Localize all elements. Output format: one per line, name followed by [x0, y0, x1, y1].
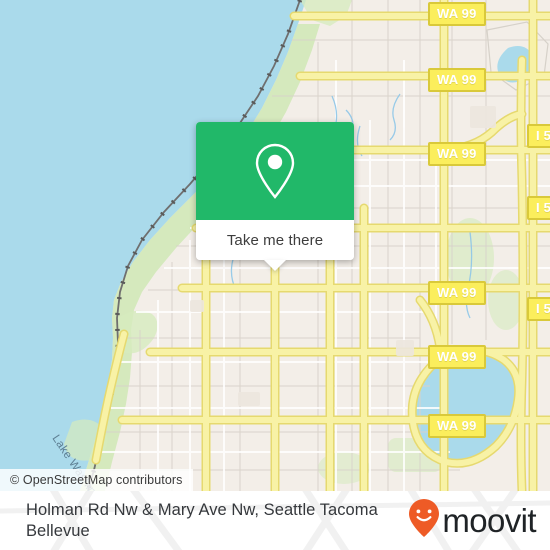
- highway-shield: WA 99: [428, 142, 486, 166]
- osm-attribution: © OpenStreetMap contributors: [0, 469, 193, 491]
- attribution-text: © OpenStreetMap contributors: [10, 473, 183, 487]
- highway-shield: I 5: [527, 124, 550, 148]
- highway-shield: I 5: [527, 297, 550, 321]
- highway-shield: WA 99: [428, 414, 486, 438]
- map-canvas[interactable]: Lake Washington WA 99WA 99WA 99WA 99WA 9…: [0, 0, 550, 491]
- take-me-there-label: Take me there: [226, 231, 324, 249]
- take-me-there-button[interactable]: Take me there: [196, 220, 354, 271]
- location-popup[interactable]: Take me there: [196, 122, 354, 271]
- popup-pointer: [264, 260, 286, 271]
- footer-bar: Holman Rd Nw & Mary Ave Nw, Seattle Taco…: [0, 491, 550, 550]
- moovit-logo[interactable]: moovit: [407, 498, 537, 543]
- highway-shield: WA 99: [428, 2, 486, 26]
- moovit-wordmark: moovit: [442, 502, 536, 539]
- highway-shield: WA 99: [428, 68, 486, 92]
- place-name: Holman Rd Nw & Mary Ave Nw, Seattle Taco…: [26, 500, 378, 540]
- map-screen: Lake Washington WA 99WA 99WA 99WA 99WA 9…: [0, 0, 550, 550]
- popup-header: [196, 122, 354, 220]
- highway-shield: I 5: [527, 196, 550, 220]
- moovit-smiley-pin-icon: [407, 498, 441, 543]
- location-pin-icon: [253, 142, 297, 200]
- highway-shield: WA 99: [428, 345, 486, 369]
- highway-shield: WA 99: [428, 281, 486, 305]
